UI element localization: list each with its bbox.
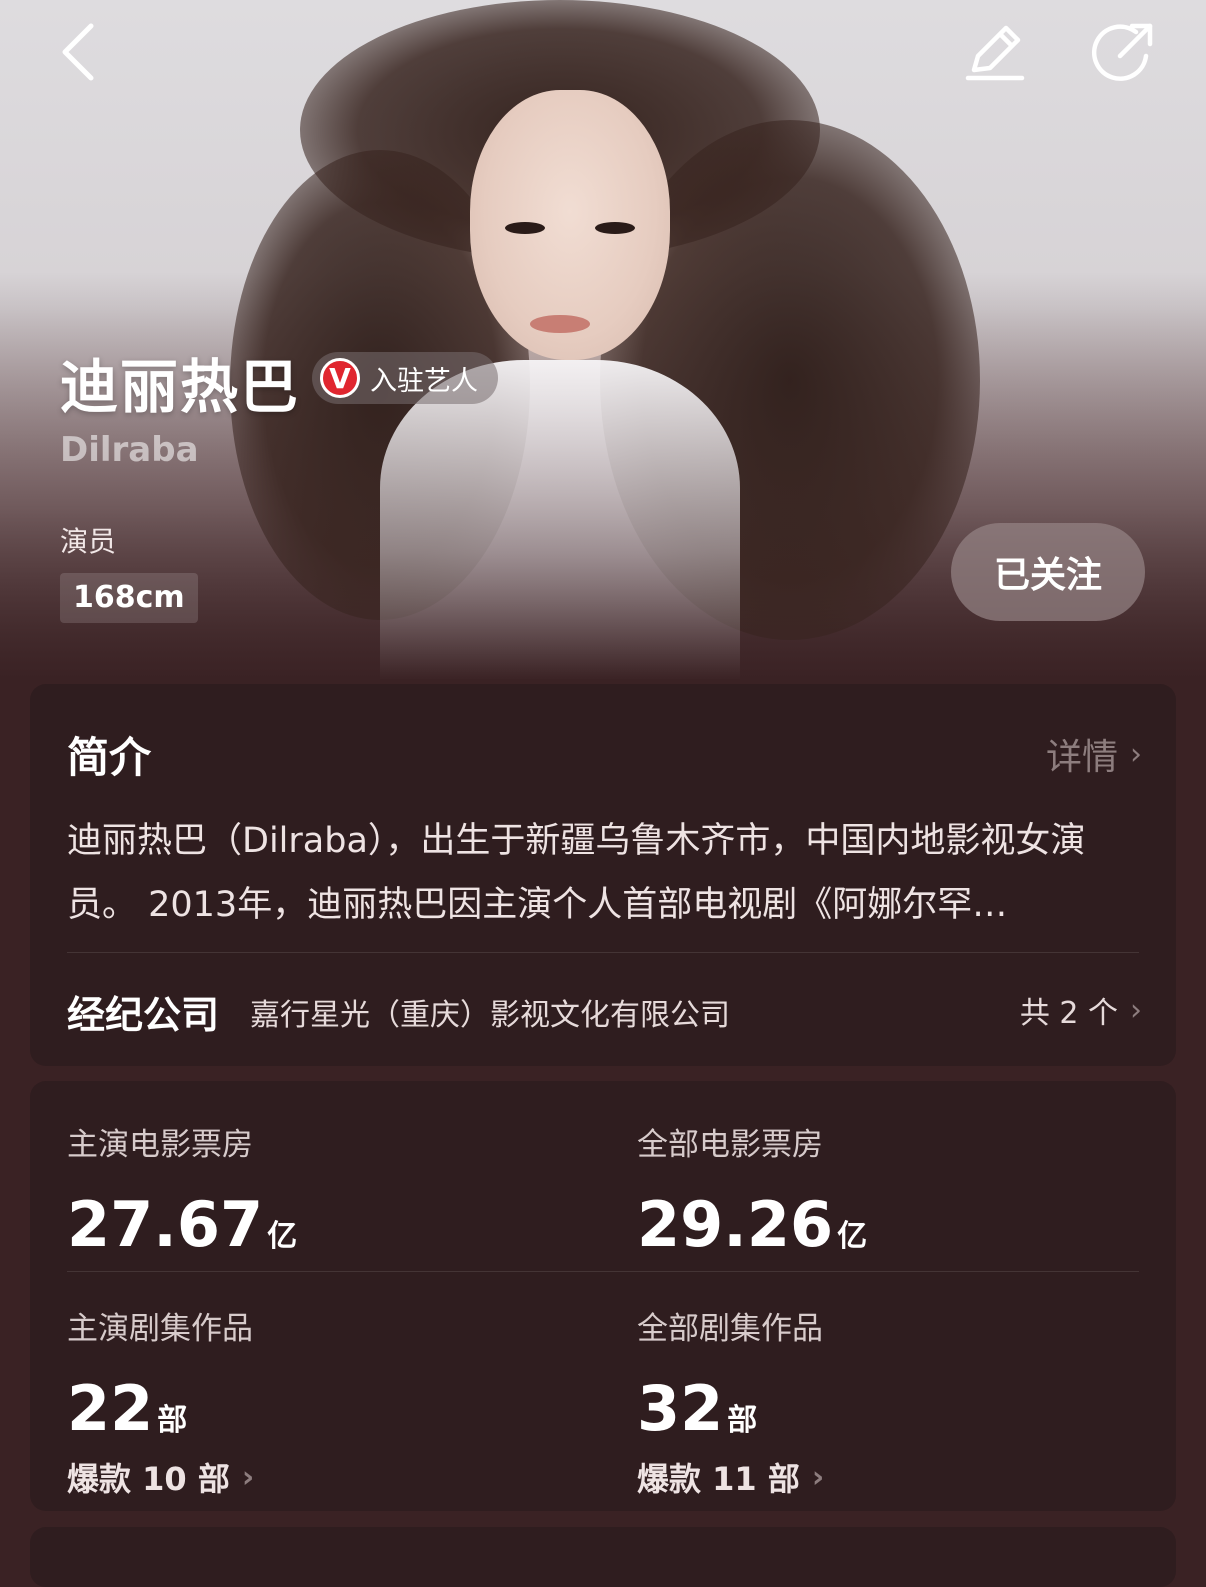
chevron-right-icon: › [811,1459,825,1495]
artist-name: 迪丽热巴 [60,353,301,421]
agency-name[interactable]: 嘉行星光（重庆）影视文化有限公司 [250,990,730,1034]
edit-button[interactable] [960,18,1030,88]
stat-label: 全部剧集作品 [637,1311,823,1347]
stat-lead-film-box-office[interactable]: 主演电影票房 27.67 亿 [67,1119,297,1256]
stat-value: 32 [637,1372,724,1445]
stat-value: 27.67 [67,1188,264,1261]
share-icon [1091,23,1153,81]
agency-count: 共 2 个 [1019,996,1118,1031]
stat-value: 22 [67,1372,154,1445]
hit-count-link[interactable]: 爆款 10 部 › [67,1454,254,1500]
artist-english-name: Dilraba [60,430,199,470]
detail-label: 详情 [1045,737,1118,778]
next-card [30,1527,1176,1587]
hit-count: 爆款 11 部 [637,1460,800,1498]
stat-value: 29.26 [637,1188,834,1261]
follow-button[interactable]: 已关注 [951,523,1145,621]
stat-lead-series[interactable]: 主演剧集作品 22 部 爆款 10 部 › [67,1303,254,1500]
divider [67,952,1139,953]
stat-unit: 部 [157,1403,188,1438]
back-button[interactable] [45,18,115,88]
stat-all-film-box-office[interactable]: 全部电影票房 29.26 亿 [637,1119,867,1256]
intro-card: 简介 详情 › 迪丽热巴（Dilraba），出生于新疆乌鲁木齐市，中国内地影视女… [30,684,1176,1066]
pencil-icon [965,25,1025,81]
chevron-right-icon: › [1130,736,1142,772]
stat-unit: 亿 [267,1219,298,1254]
divider [67,1271,1139,1272]
intro-detail-link[interactable]: 详情 › [1046,728,1142,780]
stat-label: 主演电影票房 [67,1127,253,1163]
stat-label: 主演剧集作品 [67,1311,253,1347]
verified-v-icon: V [320,358,360,398]
chevron-right-icon: › [241,1459,255,1495]
chevron-left-icon [62,23,94,81]
hit-count: 爆款 10 部 [67,1460,230,1498]
stat-all-series[interactable]: 全部剧集作品 32 部 爆款 11 部 › [637,1303,824,1500]
height-tag: 168cm [60,573,198,623]
portrait-shirt [380,360,740,680]
agency-label: 经纪公司 [67,993,220,1037]
hit-count-link[interactable]: 爆款 11 部 › [637,1454,824,1500]
stat-unit: 亿 [837,1219,868,1254]
verified-artist-badge[interactable]: V 入驻艺人 [312,352,498,404]
stats-card: 主演电影票房 27.67 亿 全部电影票房 29.26 亿 主演剧集作品 22 部 爆… [30,1081,1176,1511]
artist-role: 演员 [60,525,117,558]
share-button[interactable] [1088,18,1158,88]
stat-unit: 部 [727,1403,758,1438]
chevron-right-icon: › [1130,992,1142,1028]
agency-count-link[interactable]: 共 2 个 › [1020,988,1142,1032]
intro-text[interactable]: 迪丽热巴（Dilraba），出生于新疆乌鲁木齐市，中国内地影视女演员。 2013… [67,809,1142,937]
intro-title: 简介 [67,733,152,782]
stat-label: 全部电影票房 [637,1127,823,1163]
verified-label: 入驻艺人 [370,365,478,397]
